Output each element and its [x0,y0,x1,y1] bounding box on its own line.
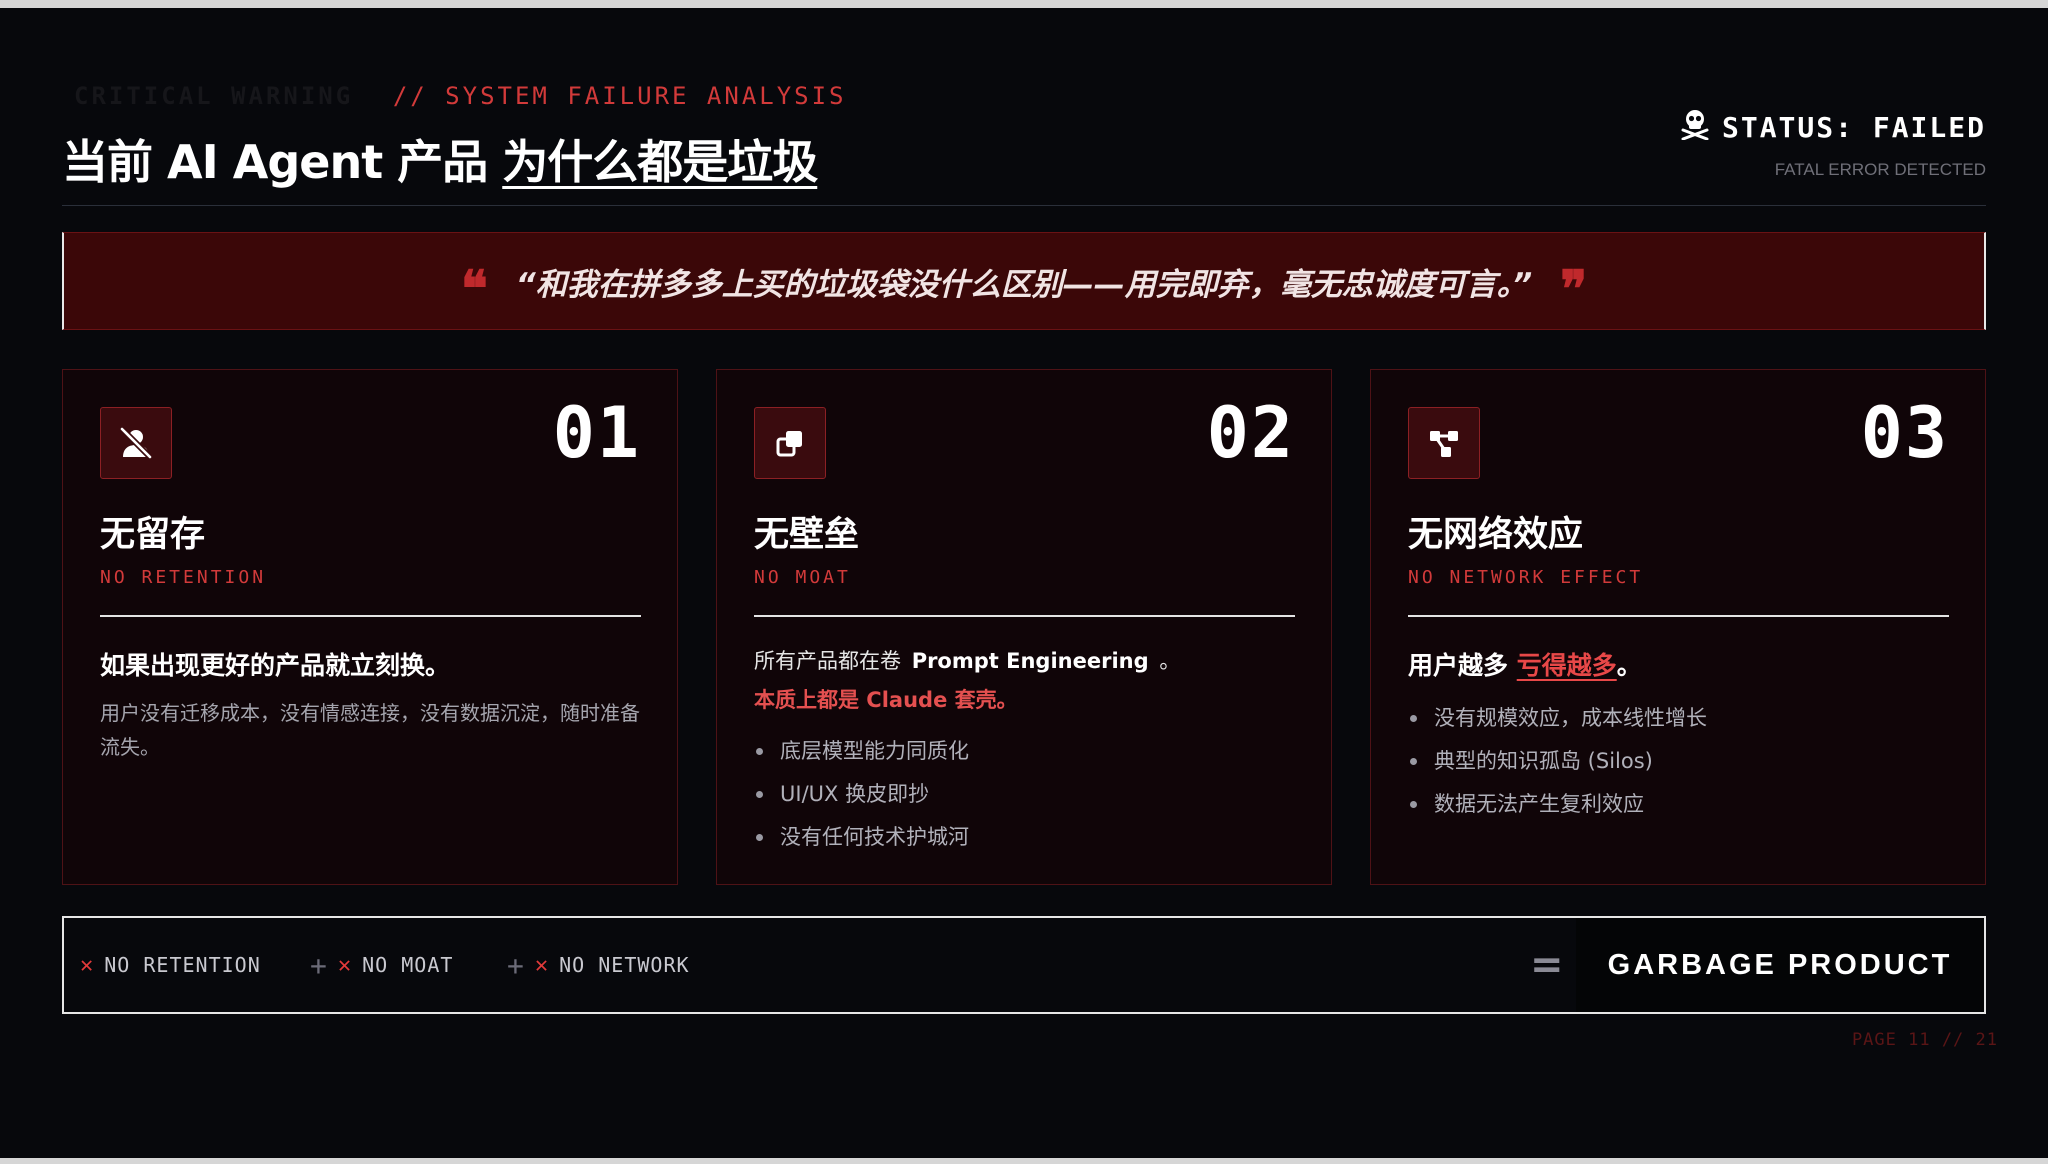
equals-sign: = [1530,942,1564,988]
card-bullets: 底层模型能力同质化 UI/UX 换皮即抄 没有任何技术护城河 [754,730,969,859]
card-lead: 如果出现更好的产品就立刻换。 [100,651,451,680]
card-divider [1408,615,1949,617]
skull-crossbones-icon [1680,108,1710,147]
card-body: 用户没有迁移成本，没有情感连接，没有数据沉淀，随时准备流失。 [100,701,640,759]
card-lead-prefix: 所有产品都在卷 [754,649,901,673]
list-item: 没有规模效应，成本线性增长 [1408,697,1707,740]
list-item: 数据无法产生复利效应 [1408,783,1707,826]
card-lead: 用户越多 亏得越多。 [1408,646,1642,682]
status-indicator: STATUS: FAILED [1680,108,1986,147]
page-title: 当前 AI Agent 产品 为什么都是垃圾 [62,126,818,192]
formula-item-network: + ✕ NO NETWORK [507,918,690,1012]
formula-bar: ✕ NO RETENTION + ✕ NO MOAT + ✕ NO NETWOR… [62,916,1986,1014]
formula-result: GARBAGE PRODUCT [1576,918,1984,1012]
network-nodes-icon [1408,407,1480,479]
ghost-label: CRITICAL WARNING [74,82,354,110]
card-subtitle: NO NETWORK EFFECT [1408,567,1644,588]
quote-text: “和我在拼多多上买的垃圾袋没什么区别——用完即弃，毫无忠诚度可言。” [515,266,1533,303]
card-divider [100,615,641,617]
card-no-retention: 01 无留存 NO RETENTION 如果出现更好的产品就立刻换。 用户没有迁… [62,369,678,885]
user-slash-icon [100,407,172,479]
formula-item-retention: ✕ NO RETENTION [80,918,261,1012]
card-no-network-effect: 03 无网络效应 NO NETWORK EFFECT 用户越多 亏得越多。 没有… [1370,369,1986,885]
cross-icon: ✕ [337,952,353,978]
card-number: 02 [1206,392,1295,474]
card-lead-suffix: 。 [1616,651,1642,680]
card-title: 无网络效应 [1408,515,1584,555]
copy-icon [754,407,826,479]
plus-icon: + [507,948,525,982]
list-item: 没有任何技术护城河 [754,816,969,859]
card-bullets: 没有规模效应，成本线性增长 典型的知识孤岛 (Silos) 数据无法产生复利效应 [1408,697,1707,826]
status-text: STATUS: FAILED [1721,111,1986,144]
slide: CRITICAL WARNING // SYSTEM FAILURE ANALY… [0,8,2048,1158]
card-title: 无壁垒 [754,515,860,555]
card-lead-suffix: 。 [1159,649,1181,673]
cross-icon: ✕ [80,952,95,978]
page-number: PAGE 11 // 21 [1851,1030,1998,1050]
card-subtitle: NO RETENTION [100,567,267,588]
card-subtitle: NO MOAT [754,567,851,588]
quote-banner: ❝ “和我在拼多多上买的垃圾袋没什么区别——用完即弃，毫无忠诚度可言。” ❞ [62,232,1986,330]
formula-item-moat: + ✕ NO MOAT [310,918,453,1012]
card-number: 03 [1860,392,1949,474]
header-divider [62,205,1986,206]
card-lead-bold: Prompt Engineering [911,649,1149,673]
status-subtext: FATAL ERROR DETECTED [1774,160,1986,179]
title-highlight: 为什么都是垃圾 [502,135,818,189]
card-lead: 所有产品都在卷 Prompt Engineering 。 [754,645,1180,675]
formula-label: NO MOAT [362,953,454,977]
card-accent: 本质上都是 Claude 套壳。 [754,688,1018,712]
card-title: 无留存 [100,515,206,555]
open-quote-icon: ❝ [460,259,488,318]
plus-icon: + [310,948,328,982]
card-no-moat: 02 无壁垒 NO MOAT 所有产品都在卷 Prompt Engineerin… [716,369,1332,885]
close-quote-icon: ❞ [1560,259,1588,318]
card-number: 01 [552,392,641,474]
list-item: UI/UX 换皮即抄 [754,773,969,816]
eyebrow: CRITICAL WARNING // SYSTEM FAILURE ANALY… [74,82,847,114]
list-item: 底层模型能力同质化 [754,730,969,773]
card-lead-prefix: 用户越多 [1408,651,1517,680]
formula-label: NO RETENTION [104,953,261,977]
title-main: 当前 AI Agent 产品 [62,135,503,189]
section-label: // SYSTEM FAILURE ANALYSIS [392,82,847,110]
list-item: 典型的知识孤岛 (Silos) [1408,740,1707,783]
card-lead-highlight: 亏得越多 [1516,651,1617,680]
formula-label: NO NETWORK [559,953,690,977]
card-divider [754,615,1295,617]
cross-icon: ✕ [534,952,550,978]
